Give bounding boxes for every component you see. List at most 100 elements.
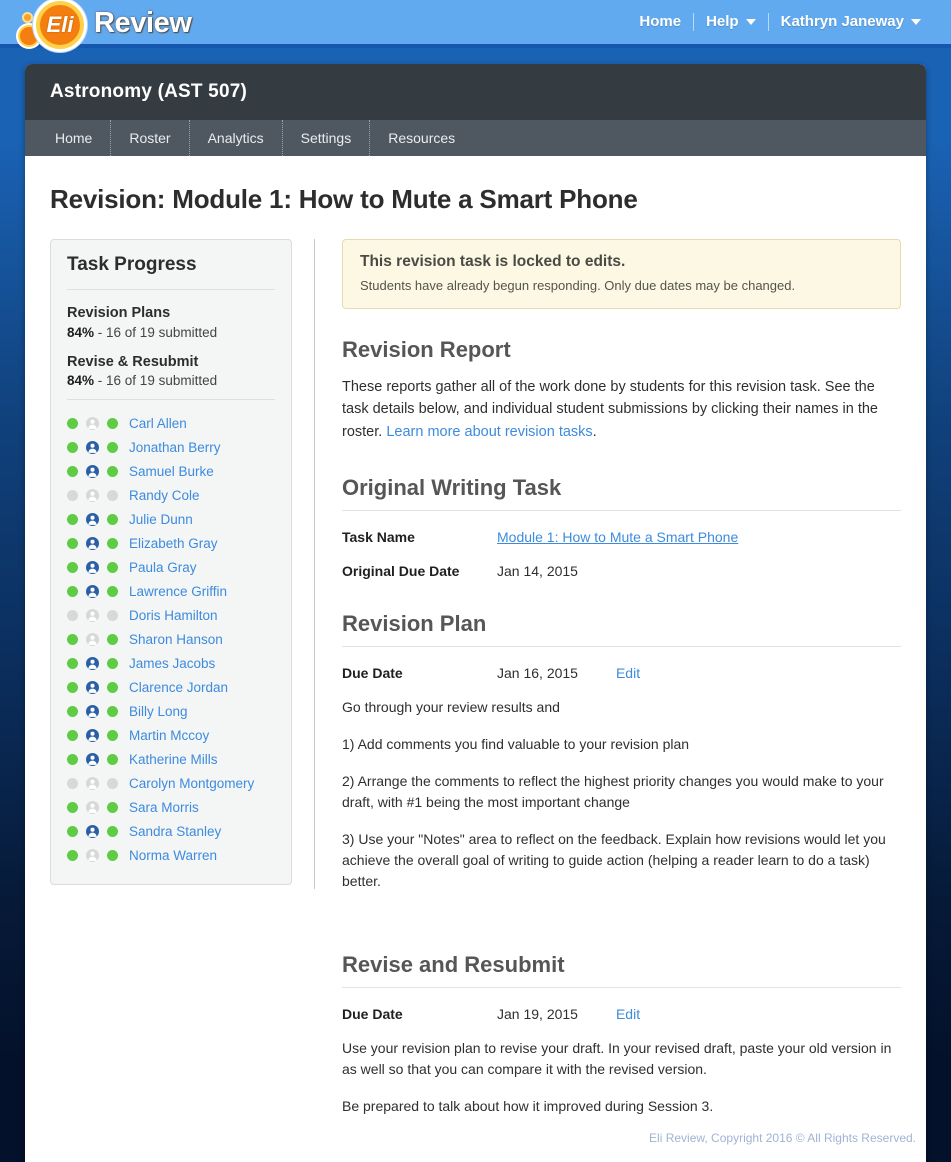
progress-detail: - 16 of 19 submitted — [94, 324, 218, 340]
logo-main-bubble-icon: Eli — [36, 1, 84, 49]
roster-row[interactable]: Jonathan Berry — [67, 436, 275, 460]
course-tabs: Home Roster Analytics Settings Resources — [25, 120, 926, 156]
tab-resources[interactable]: Resources — [370, 120, 473, 156]
revise-resubmit-status-dot — [107, 850, 118, 862]
nav-user-label: Kathryn Janeway — [780, 13, 904, 30]
person-icon — [86, 561, 99, 575]
roster-student-link[interactable]: Sharon Hanson — [129, 632, 223, 647]
person-icon — [86, 537, 99, 551]
roster-student-link[interactable]: Paula Gray — [129, 560, 197, 575]
edit-revise-resubmit-due-link[interactable]: Edit — [616, 1006, 640, 1022]
person-icon — [86, 465, 99, 479]
roster-row[interactable]: Carolyn Montgomery — [67, 772, 275, 796]
roster-row[interactable]: Billy Long — [67, 700, 275, 724]
roster-student-link[interactable]: Carolyn Montgomery — [129, 776, 254, 791]
roster-row[interactable]: Randy Cole — [67, 484, 275, 508]
revise-resubmit-status-dot — [107, 730, 118, 742]
roster-row[interactable]: Samuel Burke — [67, 460, 275, 484]
alert-body: Students have already begun responding. … — [360, 278, 796, 293]
roster-row[interactable]: Julie Dunn — [67, 508, 275, 532]
roster-student-link[interactable]: Samuel Burke — [129, 464, 214, 479]
revision-plan-status-dot — [67, 850, 78, 862]
roster-row[interactable]: Paula Gray — [67, 556, 275, 580]
roster-student-link[interactable]: Sandra Stanley — [129, 824, 221, 839]
revision-plan-status-dot — [67, 802, 78, 814]
task-progress-heading: Task Progress — [67, 254, 197, 275]
revision-plan-due-value: Jan 16, 2015 — [497, 665, 578, 682]
revision-plan-heading: Revision Plan — [342, 611, 901, 648]
revision-plan-status-dot — [67, 490, 78, 502]
roster-row[interactable]: Sandra Stanley — [67, 820, 275, 844]
tab-home[interactable]: Home — [37, 120, 112, 156]
footer-copyright: Eli Review, Copyright 2016 © All Rights … — [649, 1131, 916, 1145]
edit-revision-plan-due-link[interactable]: Edit — [616, 665, 640, 681]
roster-row[interactable]: Carl Allen — [67, 412, 275, 436]
locked-task-alert: This revision task is locked to edits. S… — [342, 239, 901, 309]
revision-plan-status-dot — [67, 730, 78, 742]
progress-label: Revise & Resubmit — [67, 353, 199, 370]
roster-row[interactable]: Katherine Mills — [67, 748, 275, 772]
revise-resubmit-status-dot — [107, 610, 118, 622]
roster-row[interactable]: Sharon Hanson — [67, 628, 275, 652]
intro-period: . — [592, 423, 597, 440]
course-title: Astronomy (AST 507) — [50, 81, 248, 102]
logo-small-bubble-icon — [22, 12, 33, 23]
roster-row[interactable]: Norma Warren — [67, 844, 275, 868]
roster-student-link[interactable]: Carl Allen — [129, 416, 187, 431]
person-icon — [86, 729, 99, 743]
roster-student-link[interactable]: Lawrence Griffin — [129, 584, 227, 599]
roster-row[interactable]: Sara Morris — [67, 796, 275, 820]
revision-plan-paragraph-4: 3) Use your "Notes" area to reflect on t… — [342, 831, 886, 890]
eli-review-logo[interactable]: Eli Review — [14, 0, 194, 52]
tab-settings[interactable]: Settings — [283, 120, 371, 156]
revise-resubmit-due-label: Due Date — [342, 1006, 403, 1023]
progress-stat: 84% - 16 of 19 submitted — [67, 324, 275, 342]
roster-student-link[interactable]: Billy Long — [129, 704, 188, 719]
person-icon — [86, 777, 99, 791]
roster-student-link[interactable]: Sara Morris — [129, 800, 199, 815]
roster-student-link[interactable]: Randy Cole — [129, 488, 200, 503]
tab-roster[interactable]: Roster — [111, 120, 190, 156]
roster-student-link[interactable]: James Jacobs — [129, 656, 215, 671]
chevron-down-icon — [745, 19, 756, 25]
roster-student-link[interactable]: Martin Mccoy — [129, 728, 209, 743]
alert-heading: This revision task is locked to edits. — [360, 253, 626, 270]
nav-home-link[interactable]: Home — [627, 11, 693, 33]
tab-analytics[interactable]: Analytics — [190, 120, 283, 156]
roster-row[interactable]: Martin Mccoy — [67, 724, 275, 748]
task-name-label: Task Name — [342, 529, 415, 546]
roster-student-link[interactable]: Jonathan Berry — [129, 440, 221, 455]
roster-student-link[interactable]: Elizabeth Gray — [129, 536, 218, 551]
roster-row[interactable]: James Jacobs — [67, 652, 275, 676]
roster-row[interactable]: Doris Hamilton — [67, 604, 275, 628]
original-due-label: Original Due Date — [342, 563, 460, 580]
roster-row[interactable]: Elizabeth Gray — [67, 532, 275, 556]
roster-student-link[interactable]: Clarence Jordan — [129, 680, 228, 695]
progress-summary: Revision Plans 84% - 16 of 19 submitted … — [67, 290, 275, 399]
revision-plan-status-dot — [67, 658, 78, 670]
roster-row[interactable]: Clarence Jordan — [67, 676, 275, 700]
revise-resubmit-status-dot — [107, 706, 118, 718]
roster-student-link[interactable]: Katherine Mills — [129, 752, 218, 767]
roster-row[interactable]: Lawrence Griffin — [67, 580, 275, 604]
roster-student-link[interactable]: Julie Dunn — [129, 512, 193, 527]
sidebar-column: Task Progress Revision Plans 84% - 16 of… — [50, 239, 315, 889]
revision-report-intro: These reports gather all of the work don… — [342, 376, 901, 443]
revise-resubmit-status-dot — [107, 826, 118, 838]
revision-plan-due-row: Due Date Jan 16, 2015 Edit — [342, 665, 901, 681]
revise-resubmit-paragraph-2: Be prepared to talk about how it improve… — [342, 1098, 714, 1115]
learn-more-link[interactable]: Learn more about revision tasks — [386, 424, 592, 440]
nav-user-menu[interactable]: Kathryn Janeway — [769, 11, 933, 33]
student-roster-list: Carl Allen Jonathan Berry Samuel Burke Rand… — [67, 400, 275, 868]
nav-help-menu[interactable]: Help — [694, 11, 768, 33]
page-title: Revision: Module 1: How to Mute a Smart … — [50, 184, 638, 214]
person-icon — [86, 657, 99, 671]
progress-stat: 84% - 16 of 19 submitted — [67, 372, 275, 390]
progress-item-revise-resubmit: Revise & Resubmit 84% - 16 of 19 submitt… — [67, 353, 275, 391]
course-header: Astronomy (AST 507) — [25, 64, 926, 120]
roster-student-link[interactable]: Norma Warren — [129, 848, 217, 863]
task-name-link[interactable]: Module 1: How to Mute a Smart Phone — [497, 529, 738, 545]
original-task-due-row: Original Due Date Jan 14, 2015 — [342, 563, 901, 579]
roster-student-link[interactable]: Doris Hamilton — [129, 608, 218, 623]
